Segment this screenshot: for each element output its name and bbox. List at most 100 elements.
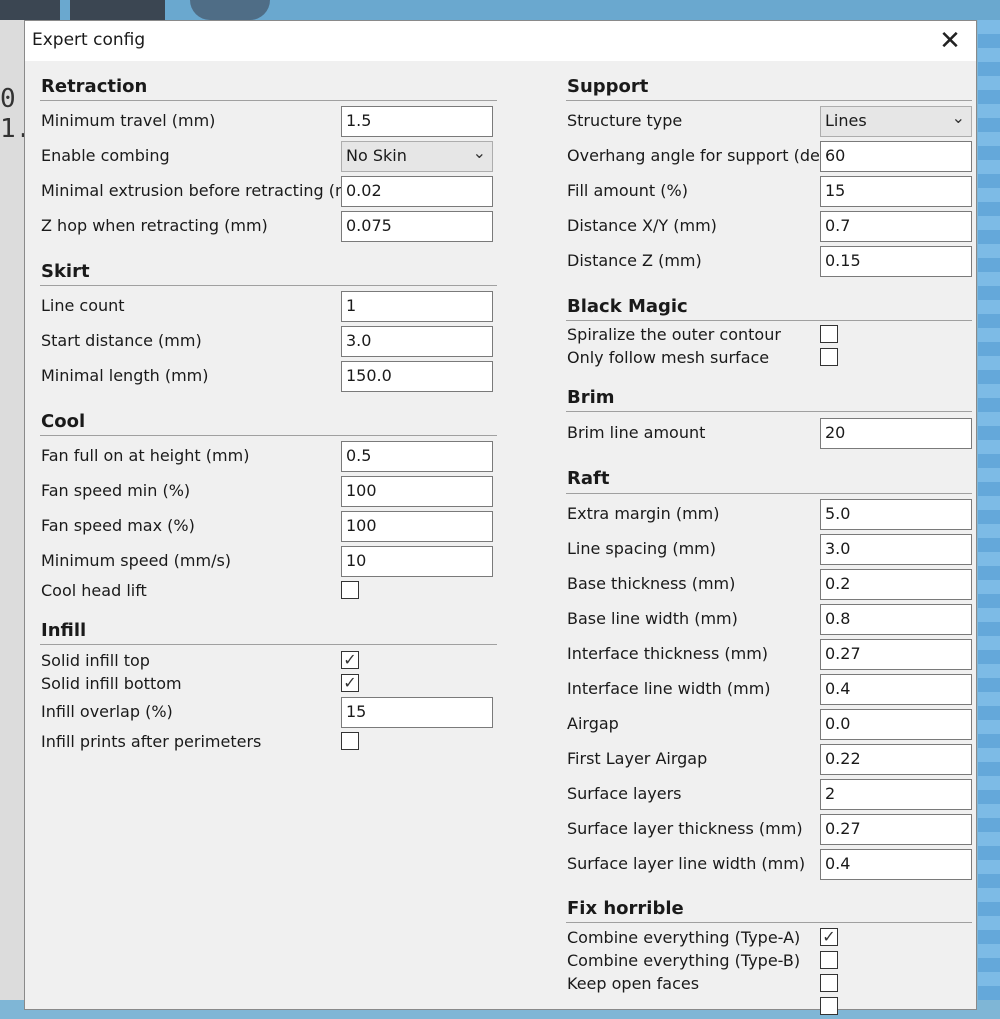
start-distance-input[interactable]: 3.0: [341, 326, 493, 357]
section-title: Cool: [41, 411, 86, 432]
distance-z-input[interactable]: 0.15: [820, 246, 972, 277]
setting-label: Surface layers: [567, 784, 682, 803]
setting-label: Airgap: [567, 714, 619, 733]
fill-amount-input[interactable]: 15: [820, 176, 972, 207]
fan-speed-min-input[interactable]: 100: [341, 476, 493, 507]
setting-label: Keep open faces: [567, 974, 700, 993]
fan-full-on-input[interactable]: 0.5: [341, 441, 493, 472]
section-divider: [40, 100, 497, 101]
setting-label: Minimal length (mm): [41, 366, 209, 385]
setting-label: Line count: [41, 296, 125, 315]
surface-layers-input[interactable]: 2: [820, 779, 972, 810]
setting-row: Spiralize the outer contour: [566, 325, 972, 347]
first-layer-airgap-input[interactable]: 0.22: [820, 744, 972, 775]
overhang-angle-input[interactable]: 60: [820, 141, 972, 172]
setting-row: Surface layer line width (mm) 0.4: [566, 849, 972, 882]
setting-label: Combine everything (Type-B): [567, 951, 801, 970]
z-hop-input[interactable]: 0.075: [341, 211, 493, 242]
select-value: Lines: [825, 111, 867, 130]
keep-open-faces-checkbox[interactable]: [820, 974, 838, 992]
section-divider: [566, 320, 972, 321]
setting-row: Base thickness (mm) 0.2: [566, 569, 972, 602]
distance-xy-input[interactable]: 0.7: [820, 211, 972, 242]
setting-row: Keep open faces: [566, 974, 972, 996]
setting-label: Base thickness (mm): [567, 574, 736, 593]
interface-thickness-input[interactable]: 0.27: [820, 639, 972, 670]
minimum-travel-input[interactable]: 1.5: [341, 106, 493, 137]
setting-row: Structure type Lines ⌄: [566, 106, 972, 139]
setting-row: Interface thickness (mm) 0.27: [566, 639, 972, 672]
extra-margin-input[interactable]: 5.0: [820, 499, 972, 530]
mesh-surface-checkbox[interactable]: [820, 348, 838, 366]
setting-label: Brim line amount: [567, 423, 706, 442]
surface-layer-line-width-input[interactable]: 0.4: [820, 849, 972, 880]
background-toolbar-icon: [70, 0, 165, 20]
setting-label: Spiralize the outer contour: [567, 325, 781, 344]
setting-row: Minimal length (mm) 150.0: [40, 361, 497, 394]
select-value: No Skin: [346, 146, 407, 165]
line-count-input[interactable]: 1: [341, 291, 493, 322]
setting-row: Minimal extrusion before retracting (mm)…: [40, 176, 497, 209]
section-title: Brim: [567, 387, 615, 408]
setting-label: Infill overlap (%): [41, 702, 173, 721]
setting-label: Start distance (mm): [41, 331, 202, 350]
base-thickness-input[interactable]: 0.2: [820, 569, 972, 600]
cool-head-lift-checkbox[interactable]: [341, 581, 359, 599]
setting-row: Minimum travel (mm) 1.5: [40, 106, 497, 139]
window-title: Expert config: [32, 30, 146, 50]
setting-row: Minimum speed (mm/s) 10: [40, 546, 497, 579]
setting-row: Combine everything (Type-B): [566, 951, 972, 973]
close-icon[interactable]: ✕: [932, 25, 968, 57]
setting-row: Extra margin (mm) 5.0: [566, 499, 972, 532]
line-spacing-input[interactable]: 3.0: [820, 534, 972, 565]
background-viewport: [978, 20, 1000, 1000]
surface-layer-thickness-input[interactable]: 0.27: [820, 814, 972, 845]
setting-label: Distance Z (mm): [567, 251, 702, 270]
enable-combing-select[interactable]: No Skin ⌄: [341, 141, 493, 172]
structure-type-select[interactable]: Lines ⌄: [820, 106, 972, 137]
title-bar: Expert config ✕: [25, 21, 976, 61]
setting-row: Z hop when retracting (mm) 0.075: [40, 211, 497, 244]
spiralize-checkbox[interactable]: [820, 325, 838, 343]
interface-line-width-input[interactable]: 0.4: [820, 674, 972, 705]
solid-infill-bottom-checkbox[interactable]: ✓: [341, 674, 359, 692]
minimal-extrusion-input[interactable]: 0.02: [341, 176, 493, 207]
setting-label: Surface layer line width (mm): [567, 854, 806, 873]
setting-label: Fill amount (%): [567, 181, 688, 200]
airgap-input[interactable]: 0.0: [820, 709, 972, 740]
setting-row: Infill overlap (%) 15: [40, 697, 497, 730]
section-divider: [566, 411, 972, 412]
infill-overlap-input[interactable]: 15: [341, 697, 493, 728]
base-line-width-input[interactable]: 0.8: [820, 604, 972, 635]
minimal-length-input[interactable]: 150.0: [341, 361, 493, 392]
setting-label: Surface layer thickness (mm): [567, 819, 803, 838]
setting-label: Fan speed max (%): [41, 516, 195, 535]
setting-row: Solid infill top ✓: [40, 651, 497, 673]
infill-after-perimeters-checkbox[interactable]: [341, 732, 359, 750]
combine-type-a-checkbox[interactable]: ✓: [820, 928, 838, 946]
brim-line-amount-input[interactable]: 20: [820, 418, 972, 449]
setting-label: Infill prints after perimeters: [41, 732, 262, 751]
setting-row: Line spacing (mm) 3.0: [566, 534, 972, 567]
chevron-down-icon: ⌄: [951, 108, 965, 127]
combine-type-b-checkbox[interactable]: [820, 951, 838, 969]
setting-row: Surface layers 2: [566, 779, 972, 812]
fan-speed-max-input[interactable]: 100: [341, 511, 493, 542]
setting-label: Fan speed min (%): [41, 481, 191, 500]
setting-row: Enable combing No Skin ⌄: [40, 141, 497, 174]
setting-label: First Layer Airgap: [567, 749, 708, 768]
setting-label: Structure type: [567, 111, 683, 130]
setting-row: Fill amount (%) 15: [566, 176, 972, 209]
setting-label: Distance X/Y (mm): [567, 216, 717, 235]
minimum-speed-input[interactable]: 10: [341, 546, 493, 577]
section-title: Infill: [41, 620, 87, 641]
setting-label: Interface thickness (mm): [567, 644, 769, 663]
solid-infill-top-checkbox[interactable]: ✓: [341, 651, 359, 669]
section-title: Skirt: [41, 261, 90, 282]
setting-row: Fan speed max (%) 100: [40, 511, 497, 544]
setting-label: Base line width (mm): [567, 609, 738, 628]
section-divider: [40, 644, 497, 645]
section-divider: [566, 493, 972, 494]
setting-row: Infill prints after perimeters: [40, 732, 497, 754]
setting-row: Line count 1: [40, 291, 497, 324]
